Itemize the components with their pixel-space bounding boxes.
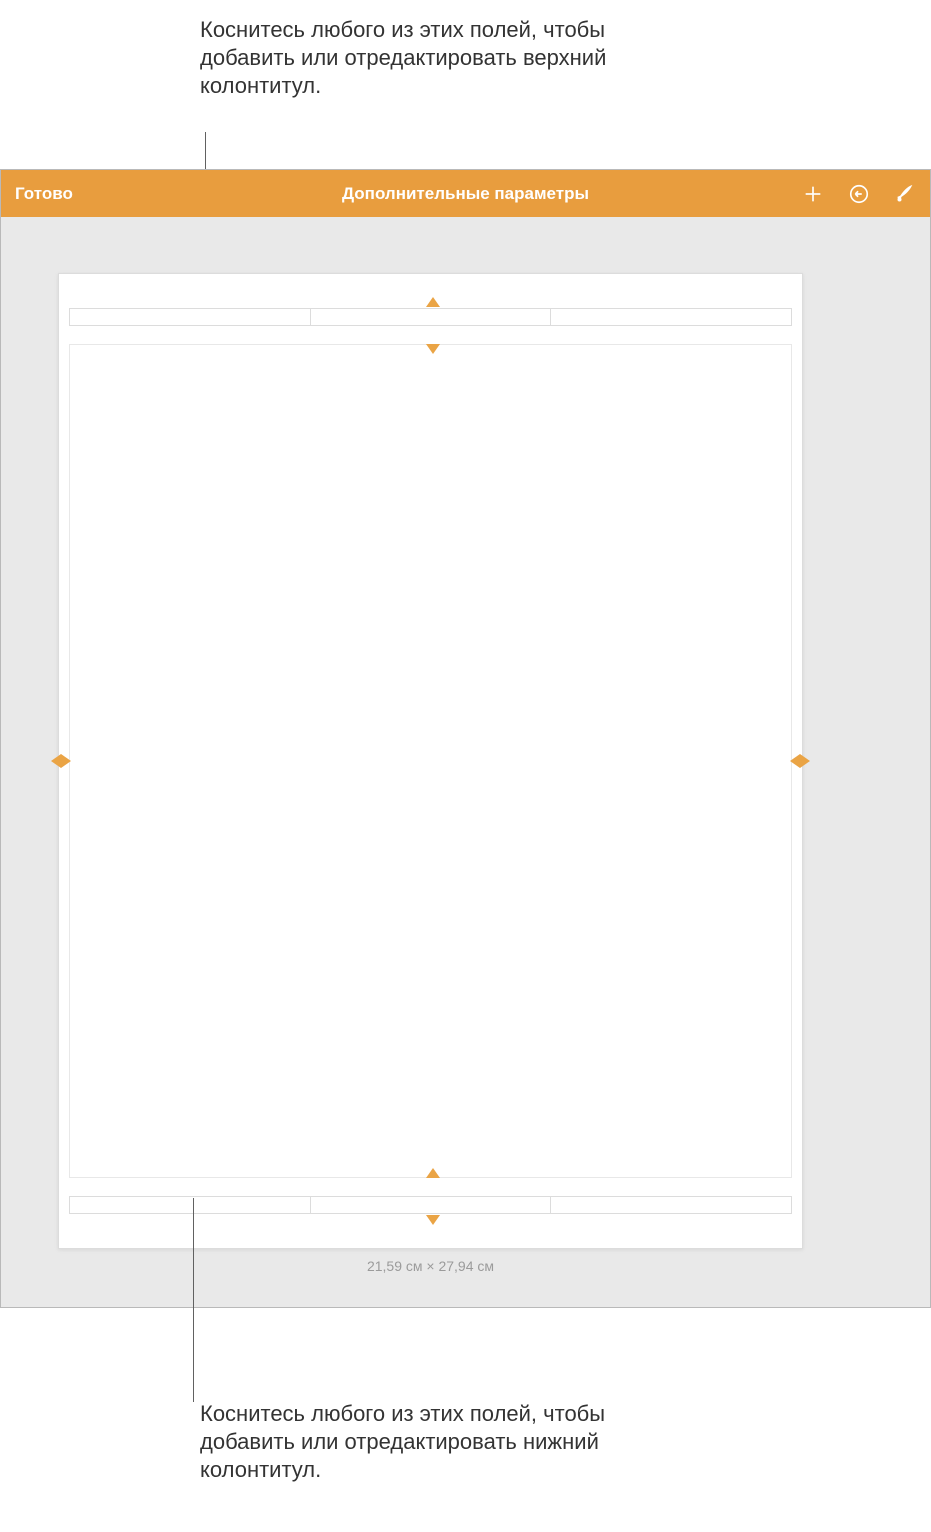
callout-header-text: Коснитесь любого из этих полей, чтобы до… (200, 16, 680, 100)
header-field-right[interactable] (551, 309, 791, 325)
chevron-left-icon (51, 754, 61, 768)
margin-handle-right[interactable] (790, 754, 810, 768)
header-field-center[interactable] (311, 309, 552, 325)
toolbar-title: Дополнительные параметры (1, 184, 930, 204)
margin-handle-top-inner[interactable] (426, 344, 440, 354)
undo-icon[interactable] (848, 183, 870, 205)
brush-icon[interactable] (894, 183, 916, 205)
chevron-left-icon (790, 754, 800, 768)
app-window: Готово Дополнительные параметры (0, 169, 931, 1308)
plus-icon[interactable] (802, 183, 824, 205)
footer-fields (69, 1196, 792, 1214)
footer-field-center[interactable] (311, 1197, 552, 1213)
margin-handle-top-outer[interactable] (426, 297, 440, 307)
margin-handle-left[interactable] (51, 754, 71, 768)
header-fields (69, 308, 792, 326)
footer-field-right[interactable] (551, 1197, 791, 1213)
chevron-right-icon (61, 754, 71, 768)
toolbar: Готово Дополнительные параметры (1, 170, 930, 217)
margin-handle-bottom-outer[interactable] (426, 1215, 440, 1225)
screenshot-root: Коснитесь любого из этих полей, чтобы до… (0, 0, 931, 1532)
header-field-left[interactable] (70, 309, 311, 325)
callout-footer-line (193, 1198, 194, 1402)
callout-footer-text: Коснитесь любого из этих полей, чтобы до… (200, 1400, 680, 1484)
done-button[interactable]: Готово (15, 184, 73, 204)
canvas-area[interactable]: 21,59 см × 27,94 см (1, 217, 930, 1307)
toolbar-icons (802, 183, 916, 205)
document-page: 21,59 см × 27,94 см (58, 273, 803, 1249)
page-size-label: 21,59 см × 27,94 см (59, 1258, 802, 1274)
margin-handle-bottom-inner[interactable] (426, 1168, 440, 1178)
footer-field-left[interactable] (70, 1197, 311, 1213)
chevron-right-icon (800, 754, 810, 768)
content-area[interactable] (69, 344, 792, 1178)
